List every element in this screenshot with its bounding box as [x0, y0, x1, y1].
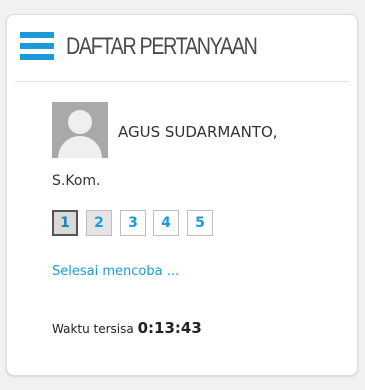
question-button-5[interactable]: 5 [187, 210, 213, 236]
panel-title: DAFTAR PERTANYAAN [66, 33, 258, 60]
user-name[interactable]: AGUS SUDARMANTO, [118, 123, 278, 141]
question-button-2[interactable]: 2 [86, 210, 112, 236]
time-remaining: Waktu tersisa 0:13:43 [52, 319, 202, 337]
user-name-suffix[interactable]: S.Kom. [52, 173, 100, 189]
question-button-4[interactable]: 4 [153, 210, 179, 236]
timer-label: Waktu tersisa [52, 322, 134, 336]
finish-attempt-link[interactable]: Selesai mencoba ... [52, 264, 179, 279]
question-button-3[interactable]: 3 [120, 210, 146, 236]
hamburger-menu-icon[interactable] [20, 32, 60, 64]
question-button-1[interactable]: 1 [52, 210, 78, 236]
user-avatar-icon[interactable] [52, 102, 108, 158]
timer-value: 0:13:43 [137, 319, 202, 337]
